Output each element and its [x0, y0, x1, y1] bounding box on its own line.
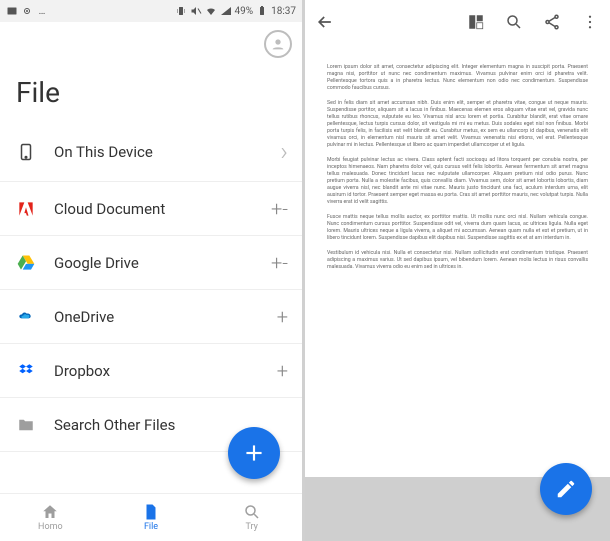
nav-label: Homo	[38, 522, 63, 532]
zoom-icon[interactable]	[504, 12, 524, 32]
list-item-label: Cloud Document	[54, 200, 270, 218]
home-icon	[41, 503, 59, 521]
mute-icon	[190, 5, 202, 17]
plus-icon: +	[270, 305, 288, 329]
location-icon	[21, 5, 33, 17]
more-icon: …	[36, 5, 48, 17]
adobe-icon	[14, 197, 38, 221]
gallery-icon	[6, 5, 18, 17]
chevron-right-icon: ›	[270, 137, 288, 167]
search-icon	[243, 503, 261, 521]
profile-button[interactable]	[264, 30, 292, 58]
doc-paragraph: Lorem ipsum dolor sit amet, consectetur …	[327, 64, 588, 92]
list-item-on-this-device[interactable]: On This Device ›	[0, 123, 302, 182]
battery-text: 49%	[235, 6, 254, 17]
list-item-label: Dropbox	[54, 362, 270, 380]
plus-minus-icon: +-	[270, 251, 288, 275]
dropbox-icon	[14, 359, 38, 383]
doc-paragraph: Vestibulum id vehicula nisi. Nulla et co…	[327, 250, 588, 271]
page-title: File	[0, 66, 302, 123]
folder-icon	[14, 413, 38, 437]
bottom-nav: Homo File Try	[0, 493, 302, 541]
list-item-google-drive[interactable]: Google Drive +-	[0, 236, 302, 290]
nav-label: Try	[245, 522, 257, 532]
nav-file[interactable]: File	[101, 503, 202, 532]
nav-home[interactable]: Homo	[0, 503, 101, 532]
list-item-dropbox[interactable]: Dropbox +	[0, 344, 302, 398]
wifi-icon	[205, 5, 217, 17]
list-item-onedrive[interactable]: OneDrive +	[0, 290, 302, 344]
nav-label: File	[144, 522, 158, 532]
layout-icon[interactable]	[466, 12, 486, 32]
plus-minus-icon: +-	[270, 197, 288, 221]
edit-fab[interactable]	[540, 463, 592, 515]
onedrive-icon	[14, 305, 38, 329]
plus-icon: +	[270, 359, 288, 383]
list-item-label: Google Drive	[54, 254, 270, 272]
right-screen: Lorem ipsum dolor sit amet, consectetur …	[305, 0, 610, 541]
top-actions	[0, 22, 302, 66]
nav-try[interactable]: Try	[201, 503, 302, 532]
add-fab[interactable]	[228, 427, 280, 479]
back-button[interactable]	[315, 12, 335, 32]
list-item-label: OneDrive	[54, 308, 270, 326]
left-screen: … 49% 18:37 File	[0, 0, 305, 541]
document-viewport[interactable]: Lorem ipsum dolor sit amet, consectetur …	[305, 44, 610, 477]
signal-icon	[220, 5, 232, 17]
device-icon	[14, 140, 38, 164]
doc-paragraph: Sed in felis diam sit amet accumsan nibh…	[327, 100, 588, 149]
share-icon[interactable]	[542, 12, 562, 32]
battery-icon	[256, 5, 268, 17]
overflow-menu[interactable]	[580, 12, 600, 32]
list-item-label: On This Device	[54, 143, 270, 161]
doc-paragraph: Fusce mattis neque tellus mollis auctor,…	[327, 214, 588, 242]
google-drive-icon	[14, 251, 38, 275]
status-bar: … 49% 18:37	[0, 0, 302, 22]
clock-text: 18:37	[271, 6, 296, 17]
reader-toolbar	[305, 0, 610, 44]
vibrate-icon	[175, 5, 187, 17]
doc-paragraph: Morbi feugiat pulvinar lectus ac vivera.…	[327, 157, 588, 206]
list-item-cloud-document[interactable]: Cloud Document +-	[0, 182, 302, 236]
list-item-label: Search Other Files	[54, 416, 270, 434]
file-icon	[142, 503, 160, 521]
